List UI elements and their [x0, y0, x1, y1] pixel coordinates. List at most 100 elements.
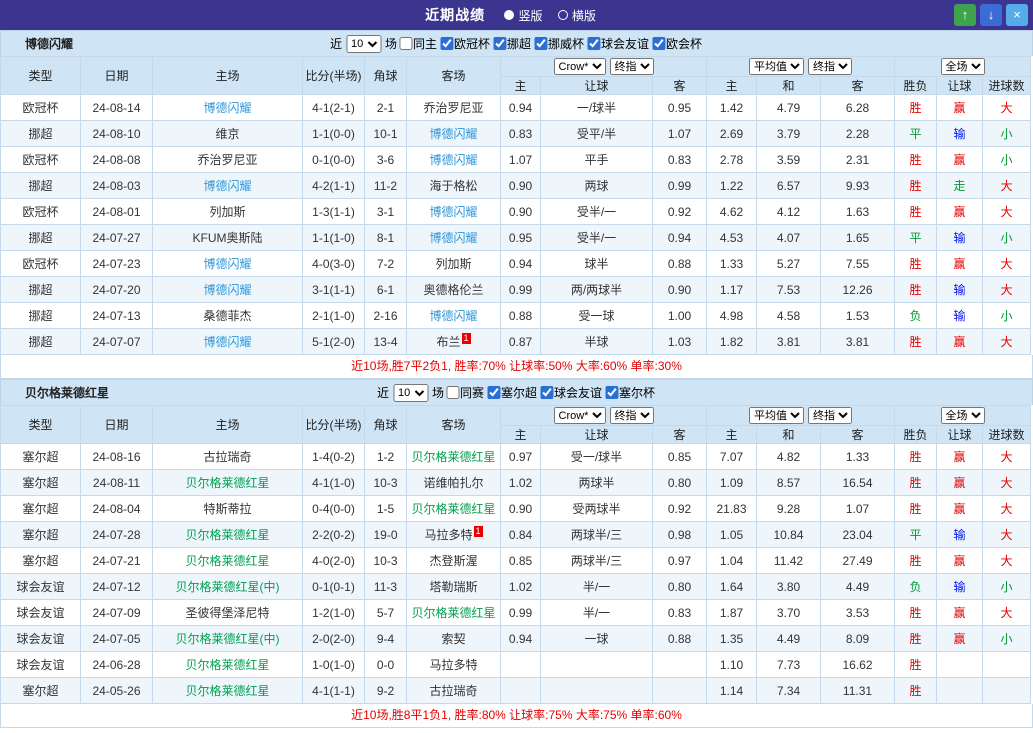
odds-stage-select[interactable]: 终指 [610, 58, 654, 75]
avg-draw: 7.73 [757, 652, 821, 678]
league-filter-checkbox[interactable] [440, 37, 453, 50]
odds-handicap [541, 652, 653, 678]
result-outcome: 胜 [895, 147, 937, 173]
scope-select[interactable]: 全场 [941, 58, 985, 75]
odds-handicap: 两球半/三 [541, 522, 653, 548]
odds-home: 0.94 [501, 626, 541, 652]
league-filter[interactable]: 挪威杯 [534, 35, 584, 52]
odds-away: 0.95 [653, 95, 707, 121]
avg-home: 1.33 [707, 251, 757, 277]
match-row: 挪超24-07-27KFUM奥斯陆1-1(1-0)8-1博德闪耀0.95受半/一… [1, 225, 1031, 251]
league-filter-checkbox[interactable] [605, 386, 618, 399]
odds-home: 0.88 [501, 303, 541, 329]
home-team: KFUM奥斯陆 [153, 225, 303, 251]
match-row: 欧冠杯24-08-01列加斯1-3(1-1)3-1博德闪耀0.90受半/一0.9… [1, 199, 1031, 225]
league-filter[interactable]: 挪超 [493, 35, 531, 52]
away-team: 索契 [407, 626, 501, 652]
column-header: 日期 [81, 406, 153, 444]
odds-source-select[interactable]: Crow* [554, 407, 606, 424]
corner-score: 3-6 [365, 147, 407, 173]
match-date: 24-07-07 [81, 329, 153, 355]
corner-score: 1-5 [365, 496, 407, 522]
avg-home: 2.69 [707, 121, 757, 147]
league-filter-checkbox[interactable] [487, 386, 500, 399]
result-goals: 大 [983, 251, 1031, 277]
league-filter[interactable]: 塞尔超 [487, 384, 537, 401]
same-filter[interactable]: 同主 [399, 35, 437, 52]
odds-home: 0.84 [501, 522, 541, 548]
layout-vertical-radio[interactable]: 竖版 [504, 7, 542, 24]
match-score: 5-1(2-0) [303, 329, 365, 355]
corner-score: 2-16 [365, 303, 407, 329]
result-goals: 小 [983, 626, 1031, 652]
match-date: 24-08-14 [81, 95, 153, 121]
avg-home: 1.04 [707, 548, 757, 574]
league-badge: 球会友谊 [1, 574, 81, 600]
close-button[interactable]: × [1006, 4, 1028, 26]
avg-draw: 4.79 [757, 95, 821, 121]
avg-source-select[interactable]: 平均值 [749, 407, 804, 424]
avg-away: 3.53 [821, 600, 895, 626]
result-outcome: 胜 [895, 652, 937, 678]
same-filter-checkbox[interactable] [446, 386, 459, 399]
near-label: 近 [330, 35, 342, 52]
avg-away: 1.33 [821, 444, 895, 470]
odds-source-select[interactable]: Crow* [554, 58, 606, 75]
avg-away: 6.28 [821, 95, 895, 121]
odds-home: 0.83 [501, 121, 541, 147]
league-filter[interactable]: 塞尔杯 [605, 384, 655, 401]
odds-away: 0.80 [653, 574, 707, 600]
same-filter-label: 同主 [413, 35, 437, 52]
result-handicap: 赢 [937, 496, 983, 522]
league-filter-checkbox[interactable] [540, 386, 553, 399]
avg-away: 27.49 [821, 548, 895, 574]
sub-column-header: 客 [653, 77, 707, 95]
match-date: 24-07-27 [81, 225, 153, 251]
result-goals: 大 [983, 199, 1031, 225]
league-filter-checkbox[interactable] [493, 37, 506, 50]
league-filter-checkbox[interactable] [587, 37, 600, 50]
league-filter-checkbox[interactable] [652, 37, 665, 50]
move-up-button[interactable]: ↑ [954, 4, 976, 26]
result-handicap: 赢 [937, 147, 983, 173]
avg-select-cell: 平均值终指 [707, 57, 895, 77]
league-filter[interactable]: 欧会杯 [652, 35, 702, 52]
avg-select-cell: 平均值终指 [707, 406, 895, 426]
filter-controls: 近10场同赛塞尔超球会友谊塞尔杯 [376, 384, 657, 402]
odds-handicap: 一球 [541, 626, 653, 652]
scope-select[interactable]: 全场 [941, 407, 985, 424]
league-filter-label: 塞尔超 [501, 384, 537, 401]
odds-home: 0.94 [501, 251, 541, 277]
match-date: 24-07-13 [81, 303, 153, 329]
filter-controls: 近10场同主欧冠杯挪超挪威杯球会友谊欧会杯 [329, 35, 704, 53]
avg-source-select[interactable]: 平均值 [749, 58, 804, 75]
avg-draw: 5.27 [757, 251, 821, 277]
result-outcome: 负 [895, 303, 937, 329]
avg-away: 2.28 [821, 121, 895, 147]
match-date: 24-05-26 [81, 678, 153, 704]
same-filter-checkbox[interactable] [399, 37, 412, 50]
layout-horizontal-radio[interactable]: 横版 [558, 7, 596, 24]
avg-home: 1.35 [707, 626, 757, 652]
result-handicap: 赢 [937, 548, 983, 574]
match-score: 1-1(0-0) [303, 121, 365, 147]
odds-home: 1.02 [501, 574, 541, 600]
same-filter[interactable]: 同赛 [446, 384, 484, 401]
league-filter[interactable]: 欧冠杯 [440, 35, 490, 52]
avg-stage-select[interactable]: 终指 [808, 58, 852, 75]
match-date: 24-08-01 [81, 199, 153, 225]
league-filter[interactable]: 球会友谊 [587, 35, 649, 52]
result-goals: 大 [983, 600, 1031, 626]
match-count-select[interactable]: 10 [393, 384, 428, 402]
record-summary: 近10场,胜8平1负1, 胜率:80% 让球率:75% 大率:75% 单率:60… [0, 704, 1033, 728]
league-filter[interactable]: 球会友谊 [540, 384, 602, 401]
team-name: 博德闪耀 [1, 35, 73, 52]
move-down-button[interactable]: ↓ [980, 4, 1002, 26]
avg-stage-select[interactable]: 终指 [808, 407, 852, 424]
league-filter-checkbox[interactable] [534, 37, 547, 50]
match-count-select[interactable]: 10 [346, 35, 381, 53]
home-team: 博德闪耀 [153, 173, 303, 199]
odds-stage-select[interactable]: 终指 [610, 407, 654, 424]
away-team: 马拉多特 [407, 652, 501, 678]
league-filter-label: 挪超 [507, 35, 531, 52]
